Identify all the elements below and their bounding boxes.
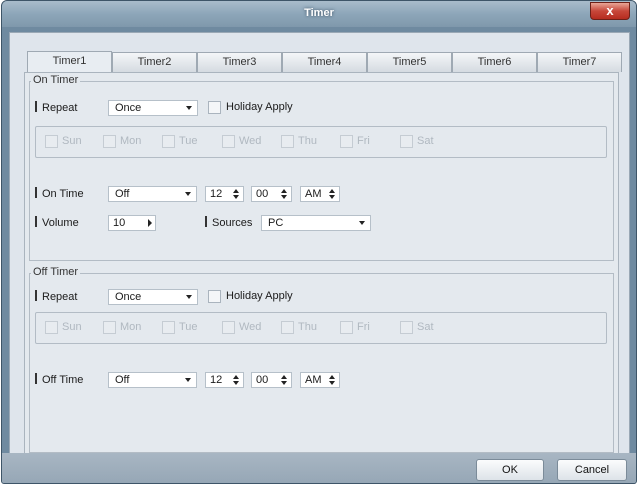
off-repeat-select[interactable]: Once <box>108 289 198 305</box>
off-hour-value: 12 <box>210 374 223 386</box>
on-day-wed-label: Wed <box>239 135 262 147</box>
volume-stepper[interactable]: 10 <box>108 215 156 231</box>
chevron-down-icon <box>359 221 365 225</box>
close-button[interactable]: x <box>590 2 630 20</box>
off-day-sun-checkbox[interactable] <box>45 321 58 334</box>
spin-up-icon <box>329 189 335 193</box>
off-hour-spinner[interactable]: 12 <box>205 372 244 388</box>
on-time-mode-value: Off <box>115 188 130 200</box>
on-time-label: On Time <box>35 187 84 200</box>
chevron-down-icon <box>185 192 191 196</box>
chevron-down-icon <box>186 295 192 299</box>
sources-label: Sources <box>205 216 252 229</box>
on-repeat-value: Once <box>115 102 142 114</box>
off-days-box: Sun Mon Tue Wed Thu Fri Sat <box>35 312 607 344</box>
off-time-mode-select[interactable]: Off <box>108 372 197 388</box>
on-minute-spinner[interactable]: 00 <box>251 186 292 202</box>
on-day-thu-label: Thu <box>298 135 317 147</box>
off-timer-label: Off Timer <box>31 266 81 278</box>
tab-timer6[interactable]: Timer6 <box>452 52 537 72</box>
on-hour-value: 12 <box>210 188 223 200</box>
play-arrow-icon[interactable] <box>148 219 152 227</box>
off-day-thu-label: Thu <box>298 321 317 333</box>
off-day-tue-checkbox[interactable] <box>162 321 175 334</box>
spin-up-icon <box>233 375 239 379</box>
cancel-button[interactable]: Cancel <box>557 459 627 481</box>
spin-down-icon <box>233 195 239 199</box>
off-day-fri-checkbox[interactable] <box>340 321 353 334</box>
spin-down-icon <box>281 195 287 199</box>
off-time-label: Off Time <box>35 373 83 386</box>
chevron-down-icon <box>186 106 192 110</box>
off-minute-spinner[interactable]: 00 <box>251 372 292 388</box>
spin-down-icon <box>329 195 335 199</box>
timer-dialog: Timer x Timer1 Timer2 Timer3 Timer4 Time… <box>1 0 637 484</box>
sources-value: PC <box>268 217 284 229</box>
off-day-tue-label: Tue <box>179 321 198 333</box>
spin-up-icon <box>233 189 239 193</box>
on-day-fri-label: Fri <box>357 135 370 147</box>
on-ampm-value: AM <box>305 188 322 200</box>
on-minute-value: 00 <box>256 188 269 200</box>
off-day-sun-label: Sun <box>62 321 82 333</box>
on-repeat-select[interactable]: Once <box>108 100 198 116</box>
spin-up-icon <box>329 375 335 379</box>
on-day-mon-label: Mon <box>120 135 142 147</box>
on-days-box: Sun Mon Tue Wed Thu Fri Sat <box>35 126 607 158</box>
spin-down-icon <box>233 381 239 385</box>
off-ampm-spinner[interactable]: AM <box>300 372 340 388</box>
off-day-thu-checkbox[interactable] <box>281 321 294 334</box>
tab-timer3[interactable]: Timer3 <box>197 52 282 72</box>
on-timer-label: On Timer <box>31 74 81 86</box>
on-day-sun-label: Sun <box>62 135 82 147</box>
sources-select[interactable]: PC <box>261 215 371 231</box>
tab-panel: On Timer Repeat Once Holiday Apply Sun M… <box>24 72 619 460</box>
tab-timer5[interactable]: Timer5 <box>367 52 452 72</box>
spin-up-icon <box>281 189 287 193</box>
volume-value: 10 <box>113 217 126 229</box>
tab-timer1[interactable]: Timer1 <box>27 51 112 73</box>
on-day-thu-checkbox[interactable] <box>281 135 294 148</box>
on-day-sat-label: Sat <box>417 135 434 147</box>
ok-button[interactable]: OK <box>476 459 544 481</box>
tab-timer2[interactable]: Timer2 <box>112 52 197 72</box>
on-time-mode-select[interactable]: Off <box>108 186 197 202</box>
off-repeat-value: Once <box>115 291 142 303</box>
off-holiday-checkbox[interactable] <box>208 290 221 303</box>
volume-label: Volume <box>35 216 79 229</box>
off-day-mon-label: Mon <box>120 321 142 333</box>
off-holiday-label: Holiday Apply <box>226 290 293 302</box>
on-day-fri-checkbox[interactable] <box>340 135 353 148</box>
on-ampm-spinner[interactable]: AM <box>300 186 340 202</box>
on-repeat-label: Repeat <box>35 101 77 114</box>
off-minute-value: 00 <box>256 374 269 386</box>
off-day-wed-checkbox[interactable] <box>222 321 235 334</box>
on-day-mon-checkbox[interactable] <box>103 135 116 148</box>
off-day-sat-label: Sat <box>417 321 434 333</box>
off-day-fri-label: Fri <box>357 321 370 333</box>
on-day-sat-checkbox[interactable] <box>400 135 413 148</box>
off-time-mode-value: Off <box>115 374 130 386</box>
off-repeat-label: Repeat <box>35 290 77 303</box>
on-day-wed-checkbox[interactable] <box>222 135 235 148</box>
off-day-mon-checkbox[interactable] <box>103 321 116 334</box>
title-bar[interactable]: Timer x <box>2 1 636 27</box>
on-holiday-label: Holiday Apply <box>226 101 293 113</box>
spin-down-icon <box>329 381 335 385</box>
on-hour-spinner[interactable]: 12 <box>205 186 244 202</box>
on-day-tue-label: Tue <box>179 135 198 147</box>
off-day-sat-checkbox[interactable] <box>400 321 413 334</box>
off-day-wed-label: Wed <box>239 321 262 333</box>
chevron-down-icon <box>185 378 191 382</box>
tab-timer7[interactable]: Timer7 <box>537 52 622 72</box>
off-ampm-value: AM <box>305 374 322 386</box>
dialog-body: Timer1 Timer2 Timer3 Timer4 Timer5 Timer… <box>9 32 630 480</box>
window-title: Timer <box>304 7 334 19</box>
tab-timer4[interactable]: Timer4 <box>282 52 367 72</box>
spin-down-icon <box>281 381 287 385</box>
spin-up-icon <box>281 375 287 379</box>
on-holiday-checkbox[interactable] <box>208 101 221 114</box>
on-day-sun-checkbox[interactable] <box>45 135 58 148</box>
on-day-tue-checkbox[interactable] <box>162 135 175 148</box>
